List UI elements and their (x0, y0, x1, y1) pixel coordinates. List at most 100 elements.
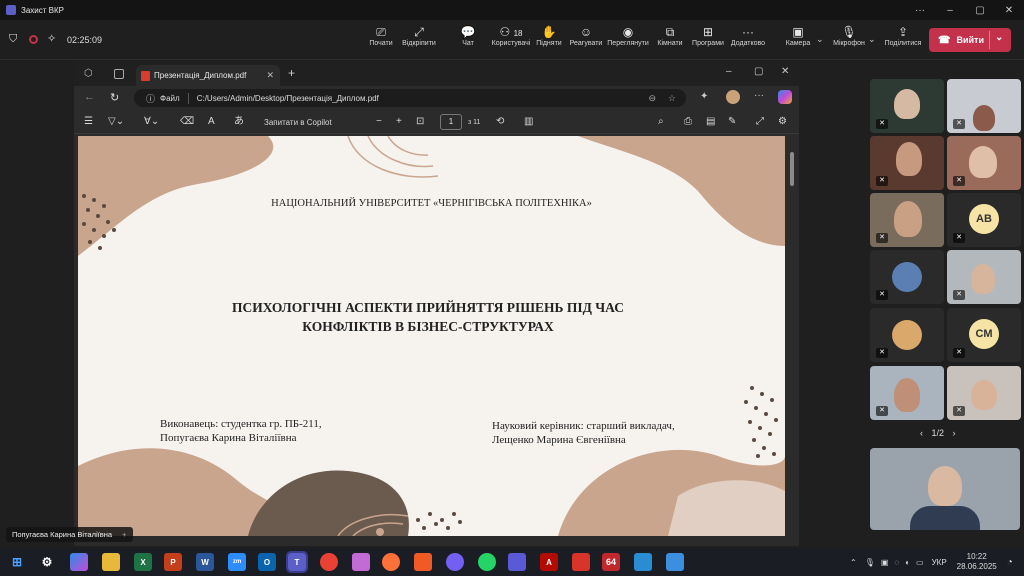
page-view-icon[interactable]: ▥ (524, 115, 533, 129)
zoom-icon[interactable]: ⊖ (648, 93, 656, 104)
clock[interactable]: 10:22 28.06.2025 (957, 552, 997, 572)
copilot-app-icon[interactable] (70, 553, 88, 571)
participant-tile[interactable]: ✕ (870, 79, 944, 133)
react-button[interactable]: ☺ Реагувати (567, 24, 605, 56)
camera-chevron-icon[interactable]: ⌄ (816, 34, 824, 45)
language-indicator[interactable]: УКР (932, 558, 947, 567)
apps-button[interactable]: ⊞ Програми (689, 24, 727, 56)
participant-tile[interactable]: ✕ (870, 250, 944, 304)
participant-tile[interactable]: ✕ (947, 250, 1021, 304)
people-button[interactable]: ⚇ 18 Користувачі (490, 24, 532, 56)
teams-app-icon[interactable]: T (286, 551, 308, 573)
rooms-button[interactable]: ⧉ Кімнати (651, 24, 689, 56)
minimize-button[interactable]: – (935, 0, 965, 20)
settings-gear-icon[interactable]: ⚙ (38, 553, 56, 571)
scrollbar-thumb[interactable] (790, 152, 794, 186)
view-button[interactable]: ◉ Переглянути (607, 24, 648, 56)
firefox-icon[interactable] (382, 553, 400, 571)
paint-icon[interactable] (352, 553, 370, 571)
back-arrow-icon[interactable]: ← (84, 91, 95, 103)
highlight-icon[interactable]: ▽⌄ (108, 115, 124, 129)
participant-tile[interactable]: ✕ (947, 366, 1021, 420)
fullscreen-icon[interactable]: ⤢ (756, 115, 764, 129)
save-app-icon[interactable] (508, 553, 526, 571)
search-icon[interactable]: ⌕ (658, 115, 664, 129)
viber-icon[interactable] (446, 553, 464, 571)
workspaces-icon[interactable]: ⬡ (84, 68, 93, 79)
maximize-button[interactable]: ▢ (965, 0, 995, 20)
participant-tile[interactable]: ✕ (947, 79, 1021, 133)
volume-icon[interactable]: ◐ (905, 558, 910, 567)
start-button[interactable]: ⎚ Почати (362, 24, 400, 56)
office-app-icon[interactable] (414, 553, 432, 571)
page-number-input[interactable]: 1 (440, 114, 462, 130)
copilot-icon[interactable] (778, 90, 792, 104)
microphone-chevron-icon[interactable]: ⌄ (868, 34, 876, 45)
microphone-button[interactable]: 🎙 Мікрофон (828, 24, 870, 56)
participant-tile[interactable]: ✕ (870, 366, 944, 420)
app-icon[interactable] (634, 553, 652, 571)
url-field[interactable]: ⓘ Файл C:/Users/Admin/Desktop/Презентаці… (134, 89, 686, 107)
eraser-icon[interactable]: ⌫ (180, 115, 194, 129)
save-as-icon[interactable]: ✎ (728, 115, 736, 129)
word-icon[interactable]: W (196, 553, 214, 571)
share-button[interactable]: ⇪ Поділитися (882, 24, 924, 56)
close-button[interactable]: ✕ (994, 0, 1024, 20)
fit-page-icon[interactable]: ⊡ (416, 115, 424, 129)
pdf-scrollbar[interactable] (788, 136, 796, 536)
tray-mic-icon[interactable]: 🎙 (865, 558, 875, 567)
add-icon[interactable]: + (122, 530, 126, 539)
file-explorer-icon[interactable] (102, 553, 120, 571)
browser-minimize-button[interactable]: – (726, 66, 732, 77)
more-button[interactable]: ··· Додатково (729, 24, 767, 56)
leave-button[interactable]: ☎ Вийти ⌄ (929, 28, 1011, 52)
tab-actions-icon[interactable] (114, 69, 124, 79)
settings-menu-icon[interactable]: ··· (754, 90, 764, 101)
draw-icon[interactable]: ∀⌄ (144, 115, 159, 129)
zoom-app-icon[interactable]: zm (228, 553, 246, 571)
new-tab-button[interactable]: + (288, 66, 295, 80)
notifications-icon[interactable]: ◔ (1007, 557, 1013, 568)
participant-tile[interactable]: ✕ (947, 136, 1021, 190)
read-aloud-icon[interactable]: A (208, 115, 215, 129)
calculator-icon[interactable] (666, 553, 684, 571)
tab-pdf[interactable]: Презентація_Диплом.pdf ✕ (136, 65, 280, 86)
outlook-icon[interactable]: O (258, 553, 276, 571)
tray-camera-icon[interactable]: ▣ (881, 558, 889, 567)
participant-tile[interactable]: ✕ (870, 308, 944, 362)
chrome-icon[interactable] (320, 553, 338, 571)
copilot-ask-button[interactable]: Запитати в Copilot (264, 116, 332, 130)
powerpoint-icon[interactable]: P (164, 553, 182, 571)
participant-tile[interactable]: ✕ (870, 193, 944, 247)
leave-chevron-icon[interactable]: ⌄ (995, 32, 1003, 43)
browser-close-button[interactable]: ✕ (781, 66, 789, 77)
windows-start-icon[interactable]: ⊞ (8, 553, 26, 571)
battery-icon[interactable]: ▭ (916, 558, 924, 567)
refresh-icon[interactable]: ↻ (110, 91, 119, 104)
raise-hand-button[interactable]: ✋ Підняти (530, 24, 568, 56)
app-64-icon[interactable]: 64 (602, 553, 620, 571)
more-options-icon[interactable]: ··· (905, 0, 935, 20)
participant-tile[interactable]: CM ✕ (947, 308, 1021, 362)
zoom-in-icon[interactable]: + (396, 115, 402, 129)
participant-tile[interactable]: ✕ (870, 136, 944, 190)
acrobat-icon[interactable]: A (540, 553, 558, 571)
network-icon[interactable]: ◌ (894, 558, 899, 567)
prev-page-icon[interactable]: ‹ (920, 428, 923, 438)
zoom-out-icon[interactable]: − (376, 115, 382, 129)
profile-avatar[interactable] (726, 90, 740, 104)
pdf-settings-icon[interactable]: ⚙ (778, 115, 787, 129)
whatsapp-icon[interactable] (478, 553, 496, 571)
save-icon[interactable]: ▤ (706, 115, 715, 129)
chat-button[interactable]: 💬 Чат (449, 24, 487, 56)
rotate-icon[interactable]: ⟲ (496, 115, 504, 129)
close-tab-icon[interactable]: ✕ (266, 70, 274, 81)
contents-icon[interactable]: ☰ (84, 115, 93, 129)
favorite-star-icon[interactable]: ☆ (668, 93, 676, 104)
unpin-button[interactable]: ⤢ Відкріпити (400, 24, 438, 56)
browser-maximize-button[interactable]: ▢ (754, 66, 763, 77)
anydesk-icon[interactable] (572, 553, 590, 571)
camera-button[interactable]: ▣ Камера (779, 24, 817, 56)
extensions-icon[interactable]: ✦ (700, 91, 708, 102)
print-icon[interactable]: ⎙ (684, 115, 692, 129)
